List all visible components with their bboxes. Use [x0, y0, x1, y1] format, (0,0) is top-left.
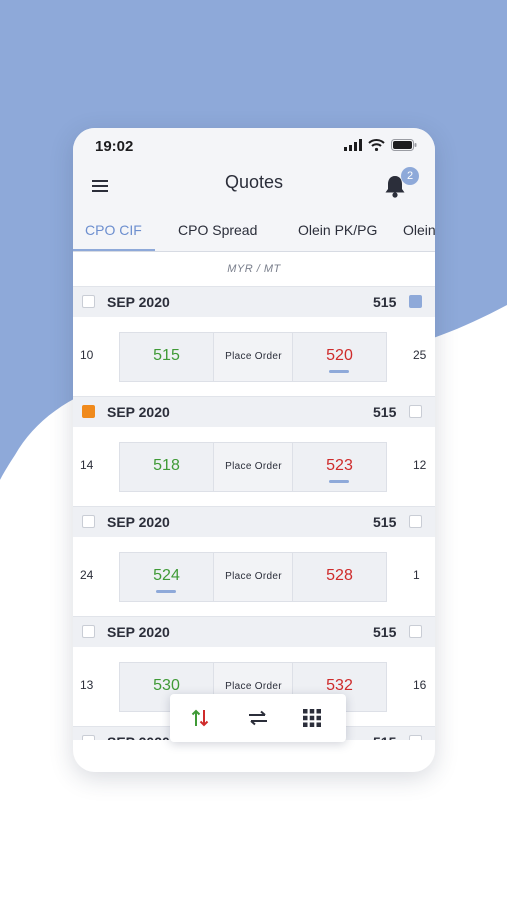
selection-indicator	[329, 480, 349, 483]
quote-row-header: SEP 2020 515	[73, 396, 435, 427]
list-bottom	[73, 740, 435, 772]
selection-indicator	[156, 590, 176, 593]
ask-cell[interactable]: 523	[292, 442, 387, 492]
selection-indicator	[329, 370, 349, 373]
ask-quantity: 12	[413, 458, 427, 472]
tab-cpo-spread[interactable]: CPO Spread	[178, 222, 257, 238]
battery-icon	[391, 139, 417, 151]
status-time: 19:02	[95, 138, 134, 155]
place-order-label: Place Order	[225, 571, 282, 582]
place-order-label: Place Order	[225, 681, 282, 692]
unit-label: MYR / MT	[73, 252, 435, 286]
place-order-button[interactable]: Place Order	[214, 552, 293, 602]
tab-bar: CPO CIF CPO Spread Olein PK/PG Olein	[73, 214, 435, 252]
reference-price: 515	[373, 294, 397, 310]
ask-price: 532	[326, 677, 353, 694]
place-order-label: Place Order	[225, 461, 282, 472]
phone-screen: 19:02 Quotes 2 CPO CIF CPO Spread Olein …	[73, 128, 435, 772]
reference-price: 515	[373, 624, 397, 640]
contract-month: SEP 2020	[107, 294, 170, 310]
reference-price: 515	[373, 404, 397, 420]
app-bar: Quotes 2	[73, 164, 435, 210]
ask-quantity: 25	[413, 348, 427, 362]
contract-month: SEP 2020	[107, 514, 170, 530]
left-checkbox[interactable]	[82, 625, 95, 638]
place-order-button[interactable]: Place Order	[214, 332, 293, 382]
right-checkbox[interactable]	[409, 625, 422, 638]
bid-cell[interactable]: 518	[119, 442, 214, 492]
place-order-label: Place Order	[225, 351, 282, 362]
left-checkbox[interactable]	[82, 405, 95, 418]
swap-arrows-icon[interactable]	[246, 706, 270, 730]
quote-row-header: SEP 2020 515	[73, 286, 435, 317]
bid-quantity: 13	[80, 678, 94, 692]
ask-cell[interactable]: 520	[292, 332, 387, 382]
tab-cpo-cif[interactable]: CPO CIF	[85, 222, 142, 238]
ask-quantity: 1	[413, 568, 420, 582]
quote-row-body: 24 524 Place Order 528 1	[73, 537, 435, 616]
left-checkbox[interactable]	[82, 515, 95, 528]
quote-row-header: SEP 2020 515	[73, 506, 435, 537]
contract-month: SEP 2020	[107, 624, 170, 640]
right-checkbox[interactable]	[409, 405, 422, 418]
tab-olein-pk-pg[interactable]: Olein PK/PG	[298, 222, 377, 238]
tab-olein[interactable]: Olein	[403, 222, 435, 238]
ask-price: 523	[326, 457, 353, 474]
wifi-icon	[368, 139, 385, 151]
grid-icon[interactable]	[300, 706, 324, 730]
bid-quantity: 24	[80, 568, 94, 582]
bid-price: 530	[153, 677, 180, 694]
bid-quantity: 10	[80, 348, 94, 362]
ask-cell[interactable]: 528	[292, 552, 387, 602]
bid-cell[interactable]: 515	[119, 332, 214, 382]
bid-cell[interactable]: 524	[119, 552, 214, 602]
bid-price: 524	[153, 567, 180, 584]
quote-row-body: 10 515 Place Order 520 25	[73, 317, 435, 396]
status-icons	[344, 139, 417, 151]
bid-price: 518	[153, 457, 180, 474]
quote-row-body: 14 518 Place Order 523 12	[73, 427, 435, 506]
right-checkbox[interactable]	[409, 295, 422, 308]
notifications-button[interactable]: 2	[381, 167, 419, 198]
notification-badge: 2	[401, 167, 419, 185]
reference-price: 515	[373, 514, 397, 530]
ask-quantity: 16	[413, 678, 427, 692]
right-checkbox[interactable]	[409, 515, 422, 528]
quotes-list: SEP 2020 515 10 515 Place Order 520 25 S…	[73, 286, 435, 758]
ask-price: 520	[326, 347, 353, 364]
quote-row: SEP 2020 515 14 518 Place Order 523 12	[73, 396, 435, 506]
bid-price: 515	[153, 347, 180, 364]
quote-row: SEP 2020 515 10 515 Place Order 520 25	[73, 286, 435, 396]
quote-row-header: SEP 2020 515	[73, 616, 435, 647]
ask-price: 528	[326, 567, 353, 584]
signal-icon	[344, 139, 362, 151]
bid-quantity: 14	[80, 458, 94, 472]
floating-action-bar	[170, 694, 346, 742]
contract-month: SEP 2020	[107, 404, 170, 420]
place-order-button[interactable]: Place Order	[214, 442, 293, 492]
left-checkbox[interactable]	[82, 295, 95, 308]
status-bar: 19:02	[73, 128, 435, 164]
sort-updown-icon[interactable]	[188, 706, 212, 730]
quote-row: SEP 2020 515 24 524 Place Order 528 1	[73, 506, 435, 616]
